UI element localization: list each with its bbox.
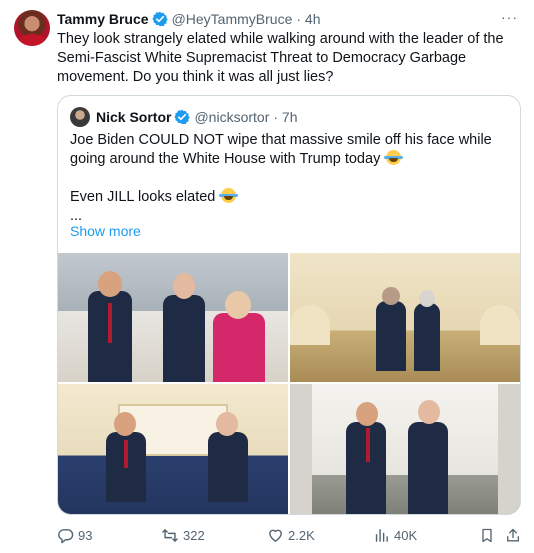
more-options-icon[interactable]: ··· xyxy=(501,9,518,25)
reply-icon xyxy=(57,527,74,544)
photo-oval-office-seated[interactable] xyxy=(58,384,288,514)
quote-time[interactable]: · 7h xyxy=(273,109,297,125)
bookmark-icon xyxy=(479,527,495,544)
verified-badge-icon xyxy=(174,109,191,125)
verified-badge-icon xyxy=(151,11,168,27)
quote-media-grid xyxy=(58,253,520,514)
tweet-text: They look strangely elated while walking… xyxy=(57,31,504,85)
tweet-time[interactable]: · 4h xyxy=(296,11,320,27)
quote-line-2: Even JILL looks elated xyxy=(70,189,216,205)
photo-walking-colonnade[interactable] xyxy=(290,384,520,514)
like-count: 2.2K xyxy=(288,527,315,543)
tweet[interactable]: Tammy Bruce @HeyTammyBruce · 4h ··· They… xyxy=(0,0,534,553)
reply-count: 93 xyxy=(78,527,93,543)
tweet-actions-bar: 93 322 2.2K 40K xyxy=(57,524,522,546)
reply-button[interactable]: 93 xyxy=(57,527,92,544)
views-button[interactable]: 40K xyxy=(373,527,417,544)
like-button[interactable]: 2.2K xyxy=(267,527,315,544)
repost-button[interactable]: 322 xyxy=(161,527,205,544)
quote-author-name[interactable]: Nick Sortor xyxy=(96,109,171,125)
share-button[interactable] xyxy=(505,527,521,544)
rofl-emoji-icon xyxy=(384,150,404,165)
share-icon xyxy=(505,527,521,544)
heart-icon xyxy=(267,527,284,544)
photo-trump-bidens-portico[interactable] xyxy=(58,253,288,382)
tweet-header: Tammy Bruce @HeyTammyBruce · 4h xyxy=(57,9,320,29)
quote-text: Joe Biden COULD NOT wipe that massive sm… xyxy=(70,131,510,226)
joy-emoji-icon xyxy=(219,188,239,203)
photo-oval-office-back-view[interactable] xyxy=(290,253,520,382)
author-avatar[interactable] xyxy=(14,10,50,46)
author-handle[interactable]: @HeyTammyBruce xyxy=(172,11,293,27)
repost-icon xyxy=(161,527,179,544)
quote-author-handle[interactable]: @nicksortor xyxy=(194,109,269,125)
author-name[interactable]: Tammy Bruce xyxy=(57,11,149,27)
quote-header: Nick Sortor @nicksortor · 7h xyxy=(70,107,298,127)
quoted-tweet[interactable]: Nick Sortor @nicksortor · 7h Joe Biden C… xyxy=(57,95,521,515)
quote-line-1: Joe Biden COULD NOT wipe that massive sm… xyxy=(70,132,492,167)
repost-count: 322 xyxy=(183,527,205,543)
views-icon xyxy=(373,527,390,544)
bookmark-button[interactable] xyxy=(479,527,495,544)
show-more-link[interactable]: Show more xyxy=(70,223,141,239)
quote-author-avatar[interactable] xyxy=(70,107,90,127)
views-count: 40K xyxy=(394,527,418,543)
